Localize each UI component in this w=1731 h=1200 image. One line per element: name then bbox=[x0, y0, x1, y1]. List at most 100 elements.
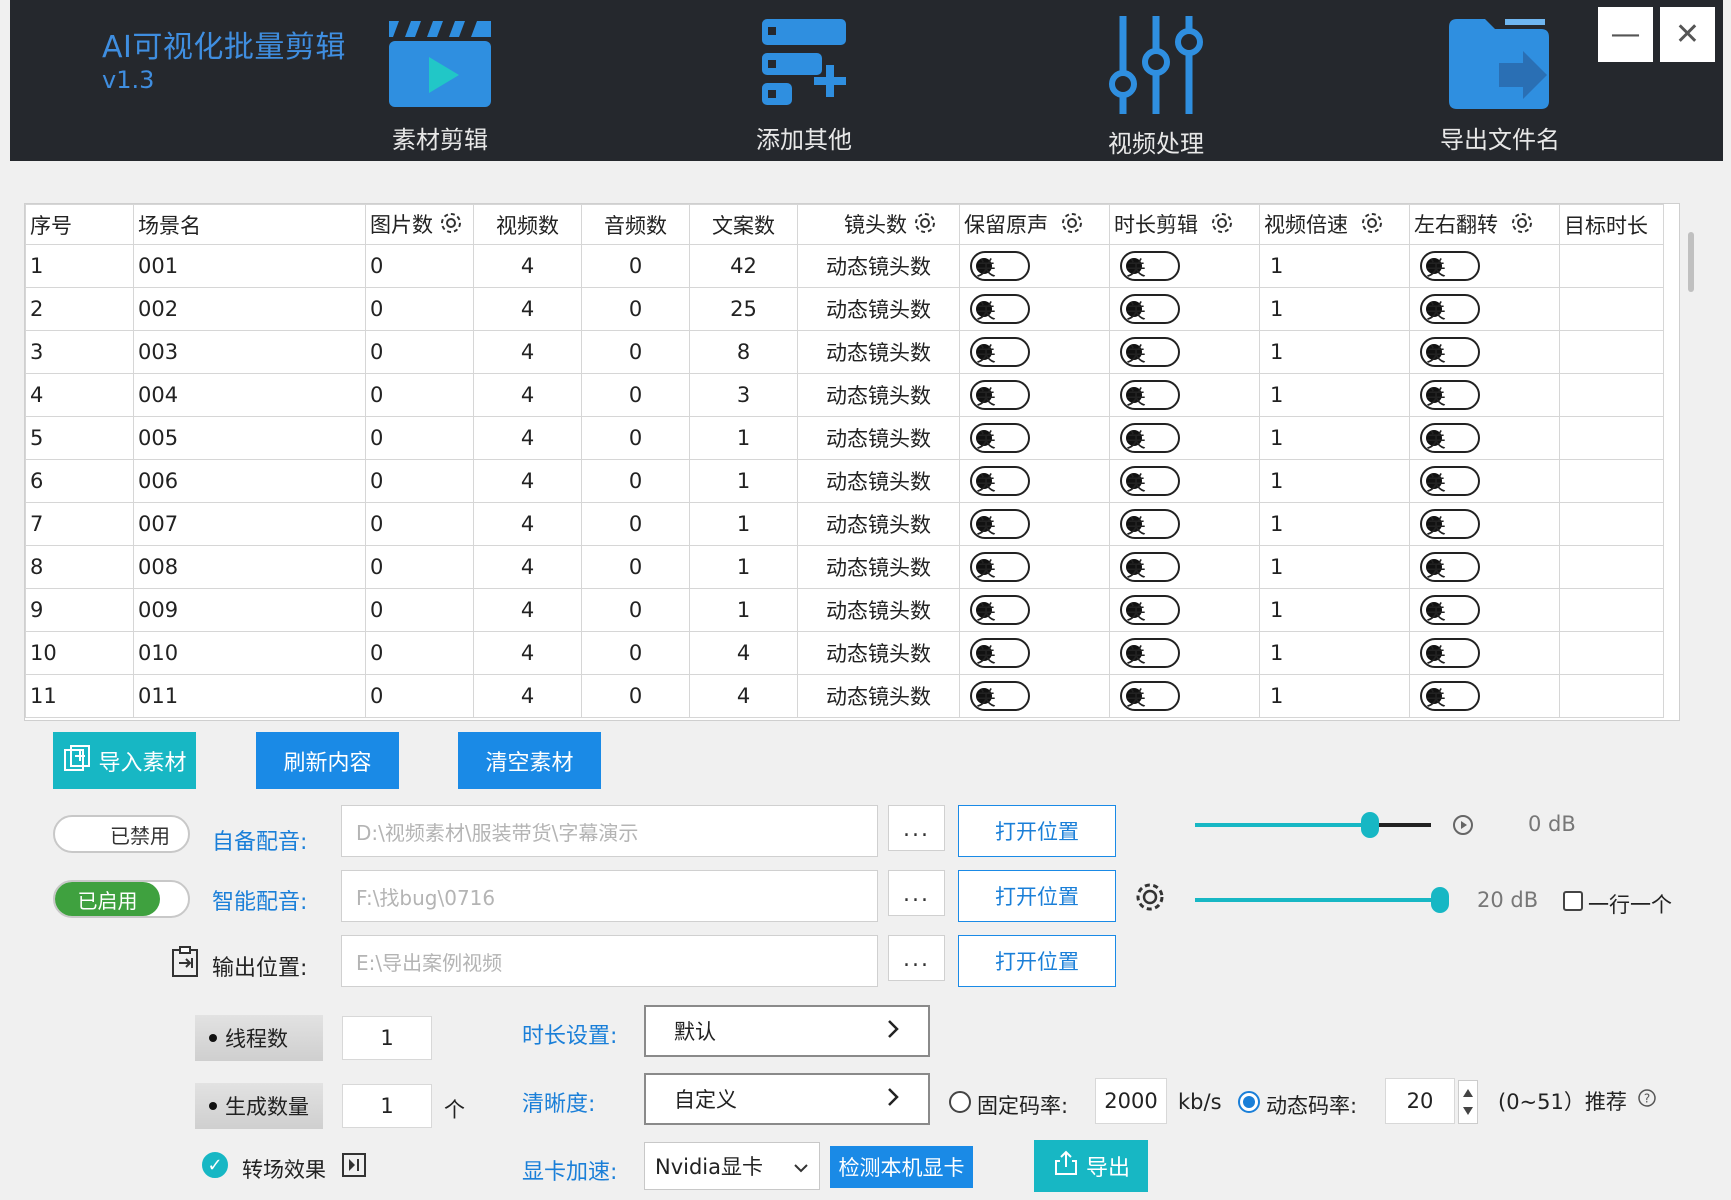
output-path-input[interactable]: E:\导出案例视频 bbox=[341, 935, 878, 987]
flip-toggle[interactable]: 关 bbox=[1420, 638, 1480, 668]
duration-cut-toggle[interactable]: 关 bbox=[1120, 380, 1180, 410]
cell-speed[interactable]: 1 bbox=[1259, 416, 1410, 460]
keep-audio-toggle[interactable]: 关 bbox=[970, 509, 1030, 539]
smart-dubbing-browse-button[interactable]: ... bbox=[888, 870, 945, 916]
own-dubbing-open-location-button[interactable]: 打开位置 bbox=[958, 805, 1116, 857]
col-header[interactable]: 图片数 bbox=[365, 204, 474, 245]
duration-cut-toggle[interactable]: 关 bbox=[1120, 337, 1180, 367]
gear-icon[interactable] bbox=[1360, 211, 1384, 240]
flip-toggle[interactable]: 关 bbox=[1420, 466, 1480, 496]
cell-target-duration[interactable] bbox=[1559, 330, 1664, 374]
cell-lens-count[interactable]: 动态镜头数 bbox=[797, 502, 960, 546]
keep-audio-toggle[interactable]: 关 bbox=[970, 337, 1030, 367]
gear-icon[interactable] bbox=[439, 211, 463, 240]
cell-lens-count[interactable]: 动态镜头数 bbox=[797, 674, 960, 718]
own-dubbing-path-input[interactable]: D:\视频素材\服装带货\字幕演示 bbox=[341, 805, 878, 857]
keep-audio-toggle[interactable]: 关 bbox=[970, 294, 1030, 324]
nav-material-edit[interactable]: 素材剪辑 bbox=[350, 10, 530, 155]
transition-checkbox[interactable]: ✓ bbox=[202, 1152, 228, 1178]
cell-speed[interactable]: 1 bbox=[1259, 502, 1410, 546]
flip-toggle[interactable]: 关 bbox=[1420, 294, 1480, 324]
duration-cut-toggle[interactable]: 关 bbox=[1120, 423, 1180, 453]
table-row[interactable]: 5 005 0 4 0 1 动态镜头数关关 1 关 bbox=[25, 416, 1664, 460]
cell-target-duration[interactable] bbox=[1559, 631, 1664, 675]
help-icon[interactable]: ? bbox=[1637, 1088, 1657, 1112]
dynamic-bitrate-radio[interactable] bbox=[1238, 1091, 1260, 1113]
cell-speed[interactable]: 1 bbox=[1259, 244, 1410, 288]
dynamic-bitrate-spinner[interactable] bbox=[1458, 1080, 1478, 1124]
duration-cut-toggle[interactable]: 关 bbox=[1120, 681, 1180, 711]
cell-lens-count[interactable]: 动态镜头数 bbox=[797, 287, 960, 331]
cell-lens-count[interactable]: 动态镜头数 bbox=[797, 588, 960, 632]
cell-lens-count[interactable]: 动态镜头数 bbox=[797, 631, 960, 675]
cell-target-duration[interactable] bbox=[1559, 459, 1664, 503]
gear-icon[interactable] bbox=[1060, 211, 1084, 240]
cell-lens-count[interactable]: 动态镜头数 bbox=[797, 373, 960, 417]
transition-preview-icon[interactable] bbox=[341, 1152, 367, 1182]
gpu-select[interactable]: Nvidia显卡 bbox=[644, 1142, 820, 1190]
refresh-content-button[interactable]: 刷新内容 bbox=[256, 732, 399, 789]
play-preview-icon[interactable] bbox=[1451, 813, 1475, 841]
cell-lens-count[interactable]: 动态镜头数 bbox=[797, 459, 960, 503]
keep-audio-toggle[interactable]: 关 bbox=[970, 595, 1030, 625]
own-dubbing-volume-slider[interactable] bbox=[1195, 810, 1431, 840]
duration-cut-toggle[interactable]: 关 bbox=[1120, 294, 1180, 324]
cell-speed[interactable]: 1 bbox=[1259, 631, 1410, 675]
cell-target-duration[interactable] bbox=[1559, 588, 1664, 632]
gear-icon[interactable] bbox=[1134, 881, 1166, 917]
flip-toggle[interactable]: 关 bbox=[1420, 509, 1480, 539]
cell-speed[interactable]: 1 bbox=[1259, 330, 1410, 374]
table-row[interactable]: 7 007 0 4 0 1 动态镜头数关关 1 关 bbox=[25, 502, 1664, 546]
cell-target-duration[interactable] bbox=[1559, 287, 1664, 331]
flip-toggle[interactable]: 关 bbox=[1420, 552, 1480, 582]
duration-cut-toggle[interactable]: 关 bbox=[1120, 251, 1180, 281]
smart-dubbing-open-location-button[interactable]: 打开位置 bbox=[958, 870, 1116, 922]
keep-audio-toggle[interactable]: 关 bbox=[970, 380, 1030, 410]
table-row[interactable]: 6 006 0 4 0 1 动态镜头数关关 1 关 bbox=[25, 459, 1664, 503]
close-button[interactable]: ✕ bbox=[1660, 7, 1715, 62]
table-row[interactable]: 4 004 0 4 0 3 动态镜头数关关 1 关 bbox=[25, 373, 1664, 417]
duration-cut-toggle[interactable]: 关 bbox=[1120, 509, 1180, 539]
flip-toggle[interactable]: 关 bbox=[1420, 595, 1480, 625]
slider-knob[interactable] bbox=[1431, 887, 1449, 913]
smart-dubbing-toggle[interactable]: 已启用 bbox=[53, 880, 190, 918]
fixed-bitrate-radio[interactable] bbox=[949, 1091, 971, 1113]
col-header[interactable]: 左右翻转 bbox=[1409, 204, 1560, 245]
nav-export-filename[interactable]: 导出文件名 bbox=[1410, 10, 1590, 155]
cell-lens-count[interactable]: 动态镜头数 bbox=[797, 244, 960, 288]
cell-lens-count[interactable]: 动态镜头数 bbox=[797, 545, 960, 589]
output-browse-button[interactable]: ... bbox=[888, 935, 945, 981]
smart-dubbing-path-input[interactable]: F:\找bug\0716 bbox=[341, 870, 878, 922]
cell-speed[interactable]: 1 bbox=[1259, 545, 1410, 589]
flip-toggle[interactable]: 关 bbox=[1420, 337, 1480, 367]
cell-speed[interactable]: 1 bbox=[1259, 287, 1410, 331]
col-header[interactable]: 时长剪辑 bbox=[1109, 204, 1260, 245]
table-scrollbar[interactable] bbox=[1688, 232, 1694, 292]
cell-speed[interactable]: 1 bbox=[1259, 459, 1410, 503]
cell-speed[interactable]: 1 bbox=[1259, 373, 1410, 417]
dynamic-bitrate-input[interactable]: 20 bbox=[1385, 1078, 1455, 1124]
table-row[interactable]: 1 001 0 4 0 42 动态镜头数关关 1 关 bbox=[25, 244, 1664, 288]
gear-icon[interactable] bbox=[1510, 211, 1534, 240]
gear-icon[interactable] bbox=[1210, 211, 1234, 240]
duration-cut-toggle[interactable]: 关 bbox=[1120, 466, 1180, 496]
clarity-select[interactable]: 自定义 bbox=[644, 1073, 930, 1125]
cell-target-duration[interactable] bbox=[1559, 545, 1664, 589]
flip-toggle[interactable]: 关 bbox=[1420, 681, 1480, 711]
export-button[interactable]: 导出 bbox=[1034, 1140, 1148, 1192]
output-open-location-button[interactable]: 打开位置 bbox=[958, 935, 1116, 987]
gear-icon[interactable] bbox=[913, 211, 937, 240]
col-header[interactable]: 保留原声 bbox=[959, 204, 1110, 245]
keep-audio-toggle[interactable]: 关 bbox=[970, 251, 1030, 281]
keep-audio-toggle[interactable]: 关 bbox=[970, 552, 1030, 582]
keep-audio-toggle[interactable]: 关 bbox=[970, 681, 1030, 711]
keep-audio-toggle[interactable]: 关 bbox=[970, 423, 1030, 453]
table-row[interactable]: 3 003 0 4 0 8 动态镜头数关关 1 关 bbox=[25, 330, 1664, 374]
cell-target-duration[interactable] bbox=[1559, 502, 1664, 546]
smart-dubbing-volume-slider[interactable] bbox=[1195, 885, 1449, 915]
table-row[interactable]: 10 010 0 4 0 4 动态镜头数关关 1 关 bbox=[25, 631, 1664, 675]
slider-knob[interactable] bbox=[1361, 812, 1379, 838]
cell-target-duration[interactable] bbox=[1559, 674, 1664, 718]
cell-target-duration[interactable] bbox=[1559, 244, 1664, 288]
detect-gpu-button[interactable]: 检测本机显卡 bbox=[830, 1146, 973, 1188]
